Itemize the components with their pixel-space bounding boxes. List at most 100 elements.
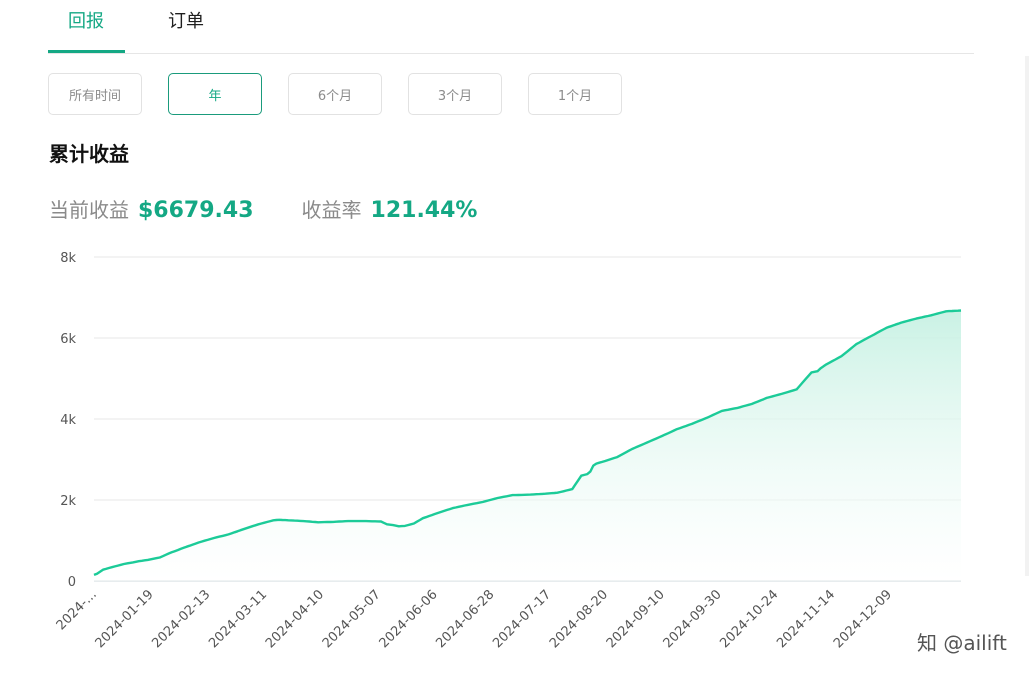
data-point (452, 507, 454, 509)
data-point (296, 520, 298, 522)
data-point (437, 512, 439, 514)
x-tick-label: 2024-05-07 (320, 587, 384, 651)
data-point (846, 350, 848, 352)
range-button-1-month[interactable]: 1个月 (528, 73, 622, 115)
data-point (805, 378, 807, 380)
data-point (903, 321, 905, 323)
range-button-6-months[interactable]: 6个月 (288, 73, 382, 115)
data-point (927, 315, 929, 317)
x-tick-label: 2024-06-06 (377, 587, 441, 651)
data-point (811, 371, 813, 373)
data-point (260, 523, 262, 525)
range-button-all-time[interactable]: 所有时间 (48, 73, 142, 115)
x-axis: 2024-...2024-01-192024-02-132024-03-1120… (54, 587, 895, 651)
x-tick-label: 2024-09-10 (604, 587, 668, 651)
data-point (793, 389, 795, 391)
data-point (326, 521, 328, 523)
data-point (796, 388, 798, 390)
data-point (108, 567, 110, 569)
data-point (249, 526, 251, 528)
data-point (697, 420, 699, 422)
data-point (912, 318, 914, 320)
data-point (852, 346, 854, 348)
data-point (99, 571, 101, 573)
data-point (407, 524, 409, 526)
data-point (257, 523, 259, 525)
x-tick-label: 2024-10-24 (717, 587, 781, 651)
data-point (799, 385, 801, 387)
range-button-3-months[interactable]: 3个月 (408, 73, 502, 115)
return-rate-label: 收益率 (301, 198, 362, 222)
data-point (302, 520, 304, 522)
data-point (885, 327, 887, 329)
data-point (625, 451, 627, 453)
data-point (691, 423, 693, 425)
y-tick-label: 2k (60, 494, 76, 509)
data-point (132, 561, 134, 563)
data-point (189, 545, 191, 547)
data-point (254, 524, 256, 526)
data-point (428, 515, 430, 517)
data-point (398, 525, 400, 527)
data-point (299, 520, 301, 522)
data-point (703, 418, 705, 420)
data-point (634, 447, 636, 449)
data-point (341, 520, 343, 522)
data-point (338, 521, 340, 523)
data-point (906, 320, 908, 322)
data-point (467, 504, 469, 506)
data-point (368, 520, 370, 522)
data-point (383, 522, 385, 524)
data-point (757, 401, 759, 403)
data-point (356, 520, 358, 522)
y-tick-label: 6k (60, 332, 76, 347)
data-point (162, 555, 164, 557)
data-point (622, 453, 624, 455)
data-point (114, 565, 116, 567)
data-point (464, 505, 466, 507)
data-point (724, 409, 726, 411)
data-point (263, 522, 265, 524)
data-point (350, 520, 352, 522)
data-point (389, 524, 391, 526)
data-point (867, 337, 869, 339)
data-point (305, 520, 307, 522)
data-point (616, 456, 618, 458)
data-point (873, 333, 875, 335)
x-tick-label: 2024-06-28 (433, 587, 497, 651)
tab-orders[interactable]: 订单 (168, 10, 204, 34)
data-point (150, 558, 152, 560)
current-return-value: $6679.43 (138, 198, 254, 223)
data-point (195, 543, 197, 545)
data-point (380, 521, 382, 523)
data-point (500, 496, 502, 498)
data-point (216, 536, 218, 538)
data-point (446, 509, 448, 511)
x-tick-label: 2024-08-20 (547, 587, 611, 651)
y-axis: 0 2k 4k 6k 8k (60, 251, 76, 590)
scrollbar[interactable] (1025, 56, 1029, 576)
data-point (234, 531, 236, 533)
data-point (434, 513, 436, 515)
data-point (754, 402, 756, 404)
data-point (449, 508, 451, 510)
data-point (153, 558, 155, 560)
data-point (709, 415, 711, 417)
data-point (207, 539, 209, 541)
data-point (727, 409, 729, 411)
data-point (141, 560, 143, 562)
data-point (840, 355, 842, 357)
data-point (685, 425, 687, 427)
data-point (491, 499, 493, 501)
data-point (126, 562, 128, 564)
data-point (954, 310, 956, 312)
tab-returns[interactable]: 回报 (68, 10, 104, 34)
data-point (365, 520, 367, 522)
data-point (461, 505, 463, 507)
data-point (930, 314, 932, 316)
data-point (120, 564, 122, 566)
data-point (915, 318, 917, 320)
data-point (410, 523, 412, 525)
range-button-year[interactable]: 年 (168, 73, 262, 115)
data-point (329, 521, 331, 523)
